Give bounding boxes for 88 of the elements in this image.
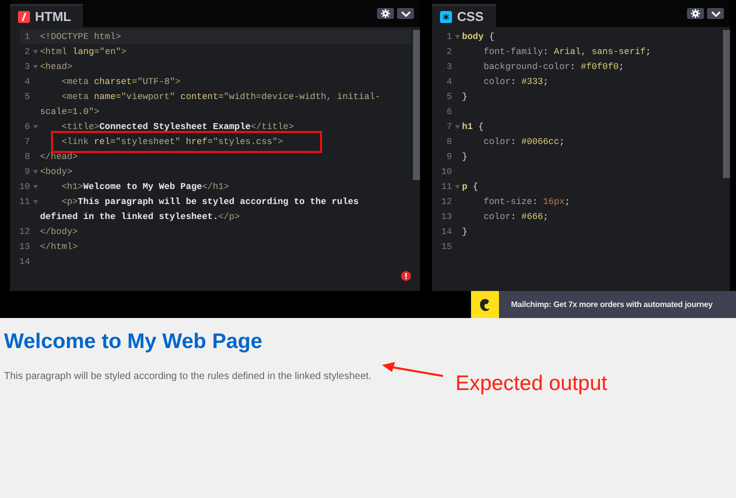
line-number: 11 [18, 196, 30, 206]
annotation-arrow [381, 362, 446, 378]
fold-icon[interactable] [454, 34, 460, 38]
line-number: 14 [18, 256, 30, 266]
line-number: 14 [440, 226, 452, 236]
line-number: 7 [446, 122, 452, 132]
code-line: scale=1.0"> [40, 106, 100, 116]
ad-logo[interactable] [471, 291, 499, 318]
dropdown-button[interactable] [707, 8, 724, 19]
scrollbar-thumb[interactable] [413, 30, 420, 180]
line-number: 5 [24, 92, 30, 102]
line-number: 6 [24, 122, 30, 132]
fold-icon[interactable] [32, 170, 38, 174]
fold-icon[interactable] [32, 124, 38, 128]
line-number: 7 [24, 136, 30, 146]
line-number: 11 [440, 182, 452, 192]
line-number: 1 [446, 32, 452, 42]
code-line: color: #333; [484, 76, 548, 86]
code-line: <meta charset="UTF-8"> [62, 76, 180, 86]
code-line: <head> [40, 62, 72, 72]
line-number: 3 [446, 62, 452, 72]
line-number: 15 [440, 242, 452, 252]
line-number: 4 [446, 76, 452, 86]
line-number: 8 [446, 136, 452, 146]
scrollbar-thumb[interactable] [723, 30, 730, 178]
asterisk-icon [440, 10, 452, 22]
code-line: <meta name="viewport" content="width=device-width, initial- [62, 92, 380, 102]
code-line: <p>This paragraph will be styled according to the rules [62, 196, 359, 206]
code-line: h1 { [462, 122, 484, 132]
line-number: 5 [446, 92, 452, 102]
code-line: defined in the linked stylesheet.</p> [40, 212, 240, 222]
code-line: </body> [40, 226, 78, 236]
chimp-icon [478, 298, 492, 312]
code-line: <h1>Welcome to My Web Page</h1> [62, 182, 230, 192]
page-heading: Welcome to My Web Page [4, 330, 264, 354]
line-number: 2 [24, 46, 30, 56]
chevron-icon [400, 10, 410, 16]
ad-text[interactable]: Mailchimp: Get 7x more orders with automated journey [511, 300, 713, 309]
settings-button[interactable] [377, 8, 394, 19]
code-line: font-family: Arial, sans-serif; [484, 46, 652, 56]
page-paragraph: This paragraph will be styled according to the rules defined in the linked stylesheet. [4, 371, 372, 382]
error-icon[interactable] [401, 271, 411, 281]
code-line: <link rel="stylesheet" href="styles.css"> [62, 136, 284, 146]
fold-icon[interactable] [454, 124, 460, 128]
settings-icon [381, 9, 390, 18]
fold-icon[interactable] [32, 50, 38, 54]
line-number: 8 [24, 152, 30, 162]
line-number: 2 [446, 46, 452, 56]
editor-tab[interactable]: CSS [432, 4, 496, 27]
code-line: } [462, 92, 468, 102]
line-number: 1 [24, 32, 30, 42]
settings-icon [691, 9, 700, 18]
fold-icon[interactable] [32, 200, 38, 204]
line-number: 3 [24, 62, 30, 72]
code-line: } [462, 226, 468, 236]
line-number: 9 [446, 152, 452, 162]
line-number: 12 [18, 226, 30, 236]
dropdown-button[interactable] [397, 8, 414, 19]
code-line: <body> [40, 166, 72, 176]
line-number: 10 [440, 166, 452, 176]
code-line: color: #666; [484, 212, 548, 222]
chevron-icon [710, 10, 720, 16]
code-line: } [462, 152, 468, 162]
code-line: <!DOCTYPE html> [40, 32, 122, 42]
line-number: 13 [440, 212, 452, 222]
code-line: font-size: 16px; [484, 196, 570, 206]
slash-icon [18, 10, 30, 22]
line-number: 12 [440, 196, 452, 206]
editor-tab[interactable]: HTML [10, 4, 84, 27]
code-line: <html lang="en"> [40, 46, 126, 56]
fold-icon[interactable] [454, 184, 460, 188]
fold-icon[interactable] [32, 184, 38, 188]
line-number: 13 [18, 242, 30, 252]
line-number: 4 [24, 76, 30, 86]
code-line: <title>Connected Stylesheet Example</title> [62, 122, 294, 132]
code-line: </html> [40, 242, 78, 252]
line-number: 10 [18, 182, 30, 192]
code-line: p { [462, 182, 478, 192]
line-number: 6 [446, 106, 452, 116]
code-line: color: #0066cc; [484, 136, 565, 146]
fold-icon[interactable] [32, 64, 38, 68]
annotation-label: Expected output [455, 372, 608, 396]
settings-button[interactable] [687, 8, 704, 19]
code-line: body { [462, 32, 494, 42]
ad-banner[interactable]: Mailchimp: Get 7x more orders with automated journey [499, 291, 736, 318]
code-line: background-color: #f0f0f0; [484, 62, 624, 72]
code-line: </head> [40, 152, 78, 162]
line-number: 9 [24, 166, 30, 176]
